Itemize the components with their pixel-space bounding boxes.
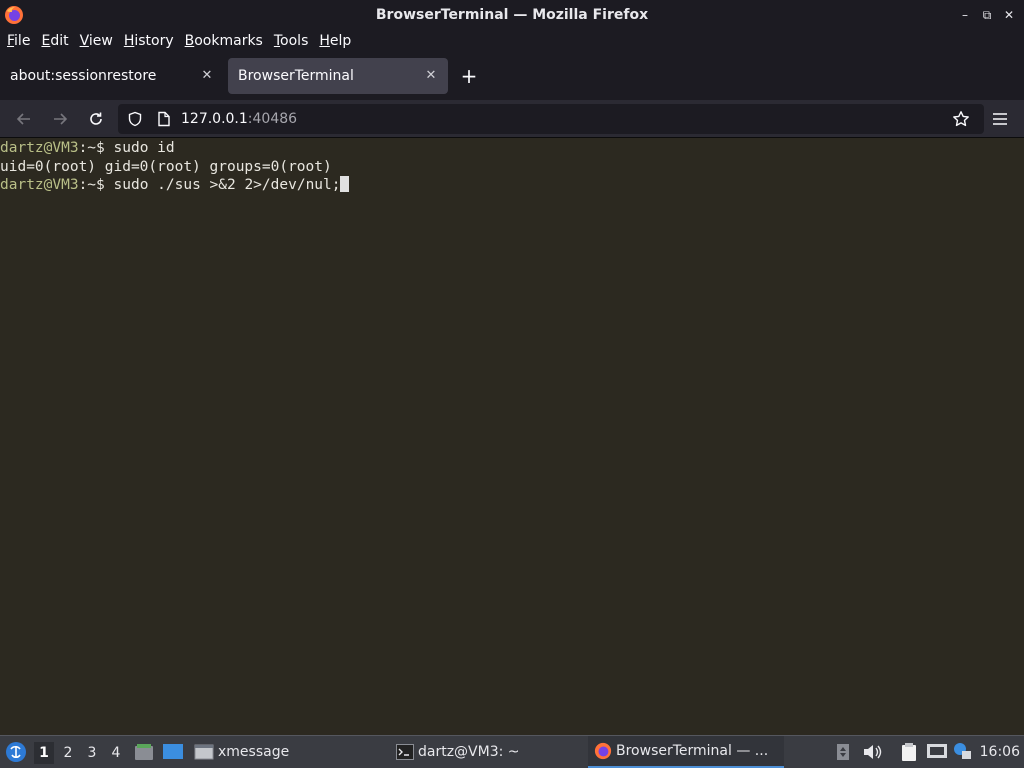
clock: 16:06 <box>979 744 1020 760</box>
desktop-icon[interactable] <box>162 743 184 761</box>
page-icon[interactable] <box>157 111 171 127</box>
url-host: 127.0.0.1 <box>181 111 248 127</box>
menu-help[interactable]: Help <box>314 33 356 49</box>
window-titlebar: BrowserTerminal — Mozilla Firefox – ⧉ ✕ <box>0 0 1024 30</box>
back-icon <box>16 113 30 125</box>
workspace-1[interactable]: 1 <box>34 742 54 764</box>
menu-edit[interactable]: Edit <box>36 33 73 49</box>
terminal-view[interactable]: dartz@VM3:~$ sudo id uid=0(root) gid=0(r… <box>0 138 1024 735</box>
clipboard-icon[interactable] <box>899 742 919 762</box>
command-text: sudo ./sus >&2 2>/dev/nul; <box>104 177 341 193</box>
menu-view[interactable]: View <box>75 33 118 49</box>
scroll-tray-icon[interactable] <box>836 743 850 761</box>
menu-tools[interactable]: Tools <box>269 33 314 49</box>
workspace-4[interactable]: 4 <box>106 742 126 764</box>
prompt-user-host: dartz@VM3 <box>0 177 79 193</box>
tab-close-button[interactable]: ✕ <box>422 66 440 84</box>
forward-icon <box>54 113 68 125</box>
new-tab-button[interactable]: + <box>458 64 480 88</box>
app-menu-button[interactable] <box>989 108 1011 130</box>
tab-sessionrestore[interactable]: about:sessionrestore ✕ <box>0 58 224 94</box>
firefox-icon <box>594 742 612 760</box>
window-title: BrowserTerminal — Mozilla Firefox <box>375 7 649 23</box>
text-cursor <box>340 176 350 192</box>
window-controls: – ⧉ ✕ <box>954 6 1020 24</box>
task-label: xmessage <box>218 744 290 760</box>
terminal-line: dartz@VM3:~$ sudo ./sus >&2 2>/dev/nul; <box>0 176 1024 195</box>
prompt-separator: :~$ <box>78 140 105 156</box>
notification-icon[interactable] <box>952 741 972 761</box>
minimize-button[interactable]: – <box>954 6 976 24</box>
volume-icon[interactable] <box>862 743 882 761</box>
firefox-logo-icon <box>5 6 23 24</box>
network-icon[interactable] <box>926 743 948 761</box>
file-manager-icon[interactable] <box>134 742 154 762</box>
back-button[interactable] <box>13 108 35 130</box>
url-port: :40486 <box>247 111 298 127</box>
reload-button[interactable] <box>85 108 107 130</box>
menu-bar: File Edit View History Bookmarks Tools H… <box>0 30 1024 52</box>
terminal-icon <box>396 744 414 760</box>
window-icon <box>194 744 214 760</box>
start-menu-icon[interactable] <box>5 741 27 763</box>
url-text[interactable]: 127.0.0.1:40486 <box>181 111 297 127</box>
restore-button[interactable]: ⧉ <box>976 6 998 24</box>
task-xmessage[interactable]: xmessage <box>194 736 289 768</box>
command-text: sudo id <box>104 140 175 156</box>
task-label: BrowserTerminal — ... <box>616 743 769 759</box>
tab-strip: about:sessionrestore ✕ BrowserTerminal ✕… <box>0 52 1024 100</box>
prompt-user-host: dartz@VM3 <box>0 140 79 156</box>
workspace-2[interactable]: 2 <box>58 742 78 764</box>
task-label: dartz@VM3: ~ <box>418 744 520 760</box>
terminal-line: dartz@VM3:~$ sudo id <box>0 139 1024 158</box>
tab-label: about:sessionrestore <box>10 68 157 84</box>
menu-file[interactable]: File <box>2 33 35 49</box>
star-icon[interactable] <box>952 110 970 128</box>
menu-history[interactable]: History <box>119 33 179 49</box>
shield-icon[interactable] <box>127 111 143 127</box>
reload-icon <box>90 112 102 125</box>
tab-close-button[interactable]: ✕ <box>198 66 216 84</box>
menu-bookmarks[interactable]: Bookmarks <box>180 33 268 49</box>
taskbar: 1 2 3 4 xmessage dartz@VM3: ~ BrowserTer… <box>0 735 1024 768</box>
navigation-bar: 127.0.0.1:40486 <box>0 100 1024 138</box>
url-bar[interactable]: 127.0.0.1:40486 <box>118 104 984 134</box>
forward-button[interactable] <box>49 108 71 130</box>
command-output: uid=0(root) gid=0(root) groups=0(root) <box>0 158 332 175</box>
prompt-separator: :~$ <box>78 177 105 193</box>
hamburger-menu-icon <box>993 113 1007 125</box>
terminal-line: uid=0(root) gid=0(root) groups=0(root) <box>0 158 1024 177</box>
tab-label: BrowserTerminal <box>238 68 354 84</box>
close-window-button[interactable]: ✕ <box>998 6 1020 24</box>
tab-browserterminal[interactable]: BrowserTerminal ✕ <box>228 58 448 94</box>
task-terminal[interactable]: dartz@VM3: ~ <box>396 736 520 768</box>
task-firefox[interactable]: BrowserTerminal — ... <box>588 736 784 768</box>
workspace-3[interactable]: 3 <box>82 742 102 764</box>
